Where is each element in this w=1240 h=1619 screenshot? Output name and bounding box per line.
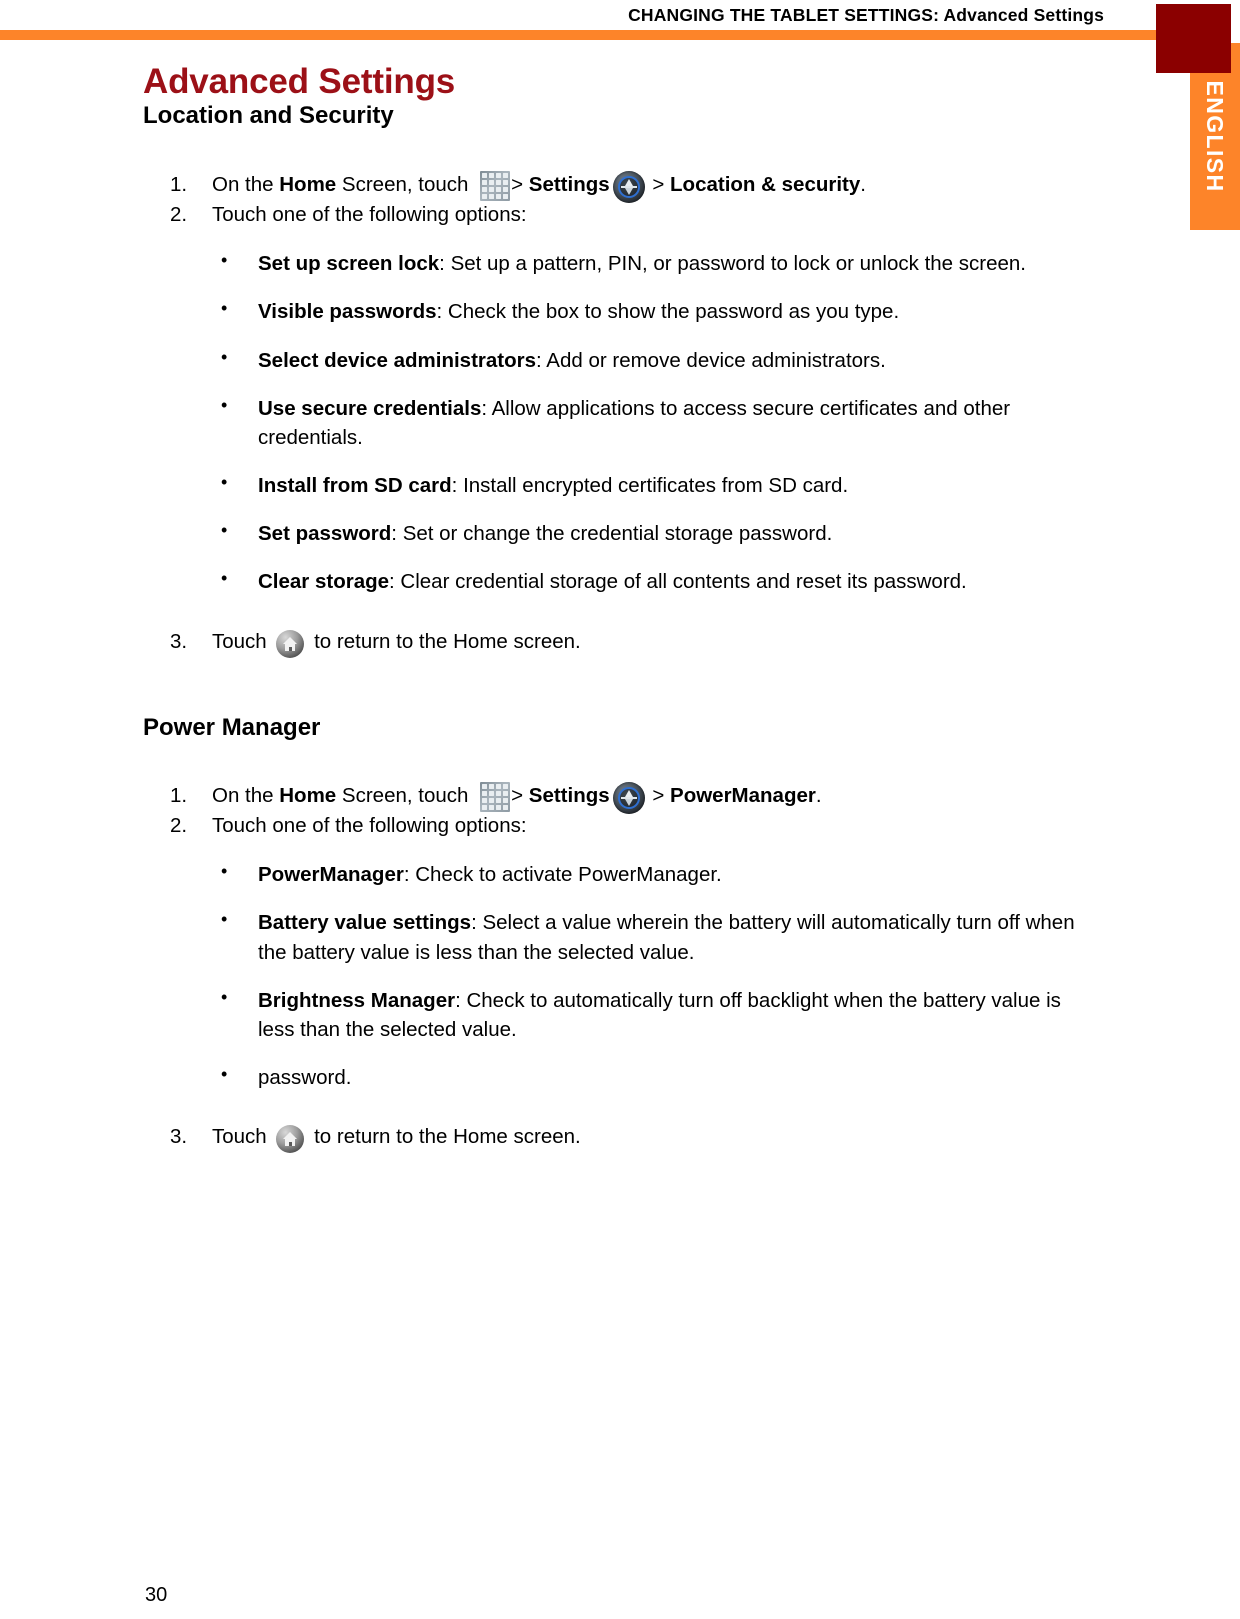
step-number: 1. [170, 173, 188, 197]
option-term: Install from SD card [258, 473, 452, 497]
list-item: • Visible passwords: Check the box to sh… [143, 297, 1083, 326]
step-text-destination: PowerManager [670, 784, 816, 808]
step-text-part: On the [212, 173, 280, 197]
option-term: PowerManager [258, 863, 404, 887]
bullet-icon: • [221, 471, 228, 492]
step-text-destination: Location & security [670, 173, 861, 197]
option-desc: : Check to activate PowerManager. [403, 863, 722, 887]
bullet-icon: • [221, 861, 228, 882]
step-item: 1. On the Home Screen, touch > Settings … [143, 781, 1083, 814]
steps-location-security: 1. On the Home Screen, touch > Settings … [143, 170, 1083, 230]
section-heading-power-manager: Power Manager [143, 714, 321, 742]
option-desc: password. [258, 1065, 352, 1089]
home-icon [276, 629, 305, 658]
options-list-power-manager: • PowerManager: Check to activate PowerM… [143, 860, 1083, 1092]
step-number: 3. [170, 1125, 188, 1148]
step-item: 2. Touch one of the following options: [143, 200, 1083, 230]
step-text-settings: Settings [528, 784, 610, 808]
step-text-part: > [646, 784, 671, 808]
step-text-part: Screen, touch [336, 784, 475, 808]
option-term: Battery value settings [258, 911, 472, 935]
step-text-home: Home [279, 784, 337, 808]
bullet-icon: • [221, 519, 228, 540]
step-text-part: > [511, 784, 529, 808]
list-item: • Use secure credentials: Allow applicat… [143, 394, 1083, 452]
option-desc: : Set or change the credential storage p… [391, 521, 833, 545]
list-item: • Select device administrators: Add or r… [143, 346, 1083, 375]
step-text-part: . [860, 173, 866, 197]
step-text-part: > [511, 173, 529, 197]
step-item: 1. On the Home Screen, touch > Settings … [143, 170, 1083, 203]
option-term: Brightness Manager [258, 988, 456, 1012]
option-desc: : Set up a pattern, PIN, or password to … [439, 252, 1026, 276]
list-item: • Brightness Manager: Check to automatic… [143, 986, 1083, 1044]
option-desc: : Install encrypted certificates from SD… [451, 473, 849, 497]
option-term: Set password [258, 521, 392, 545]
settings-icon [612, 781, 645, 814]
step-text-part: On the [212, 784, 280, 808]
step-text-settings: Settings [528, 173, 610, 197]
running-head: CHANGING THE TABLET SETTINGS: Advanced S… [628, 5, 1104, 25]
option-term: Select device administrators [258, 348, 537, 372]
list-item: • PowerManager: Check to activate PowerM… [143, 860, 1083, 889]
option-desc: : Clear credential storage of all conten… [389, 570, 967, 594]
bullet-icon: • [221, 346, 228, 367]
step-text-home: Home [279, 173, 337, 197]
header-rule [0, 30, 1198, 40]
settings-icon [612, 170, 645, 203]
option-desc: : Add or remove device administrators. [536, 348, 886, 372]
step-text-part: Touch [212, 1125, 273, 1148]
bullet-icon: • [221, 1063, 228, 1084]
step-text: Touch one of the following options: [212, 814, 527, 838]
bullet-icon: • [221, 394, 228, 415]
grid-icon [480, 170, 511, 201]
list-item: • Set password: Set or change the creden… [143, 519, 1083, 548]
step-text-part: Screen, touch [336, 173, 475, 197]
option-term: Use secure credentials [258, 396, 482, 420]
option-term: Clear storage [258, 570, 390, 594]
step-text-part: to return to the Home screen. [308, 630, 581, 654]
step-text-part: to return to the Home screen. [308, 1125, 581, 1148]
page-number: 30 [145, 1584, 168, 1606]
step-number: 2. [170, 203, 188, 227]
step-text-part: Touch [212, 630, 273, 654]
step-text-part: > [646, 173, 671, 197]
step-text: Touch one of the following options: [212, 203, 527, 227]
home-icon [276, 1124, 305, 1153]
steps-location-security-final: 3. Touch to return to the Home screen. [143, 627, 1083, 658]
list-item: • Battery value settings: Select a value… [143, 908, 1083, 966]
bullet-icon: • [221, 250, 228, 271]
step-number: 2. [170, 814, 188, 838]
bullet-icon: • [221, 298, 228, 319]
steps-power-manager: 1. On the Home Screen, touch > Settings … [143, 781, 1083, 841]
list-item: • password. [143, 1063, 1083, 1092]
tab-dark-box [1156, 4, 1231, 73]
steps-power-manager-final: 3. Touch to return to the Home screen. [143, 1122, 1083, 1153]
bullet-icon: • [221, 986, 228, 1007]
option-term: Set up screen lock [258, 252, 440, 276]
page-header: CHANGING THE TABLET SETTINGS: Advanced S… [0, 0, 1240, 45]
step-item: 3. Touch to return to the Home screen. [143, 627, 1083, 658]
grid-icon [480, 781, 511, 812]
option-term: Visible passwords [258, 300, 437, 324]
page-content: Advanced Settings Location and Security … [143, 62, 1083, 1153]
bullet-icon: • [221, 909, 228, 930]
list-item: • Clear storage: Clear credential storag… [143, 567, 1083, 596]
section-heading-location-security: Location and Security [143, 102, 394, 130]
option-desc: : Check the box to show the password as … [436, 300, 900, 324]
options-list-location-security: • Set up screen lock: Set up a pattern, … [143, 249, 1083, 596]
page-title: Advanced Settings [143, 62, 456, 101]
step-number: 1. [170, 784, 188, 808]
list-item: • Install from SD card: Install encrypte… [143, 471, 1083, 500]
bullet-icon: • [221, 568, 228, 589]
step-text-part: . [815, 784, 822, 808]
step-item: 2. Touch one of the following options: [143, 811, 1083, 841]
step-item: 3. Touch to return to the Home screen. [143, 1122, 1083, 1153]
step-number: 3. [170, 630, 188, 654]
list-item: • Set up screen lock: Set up a pattern, … [143, 249, 1083, 278]
